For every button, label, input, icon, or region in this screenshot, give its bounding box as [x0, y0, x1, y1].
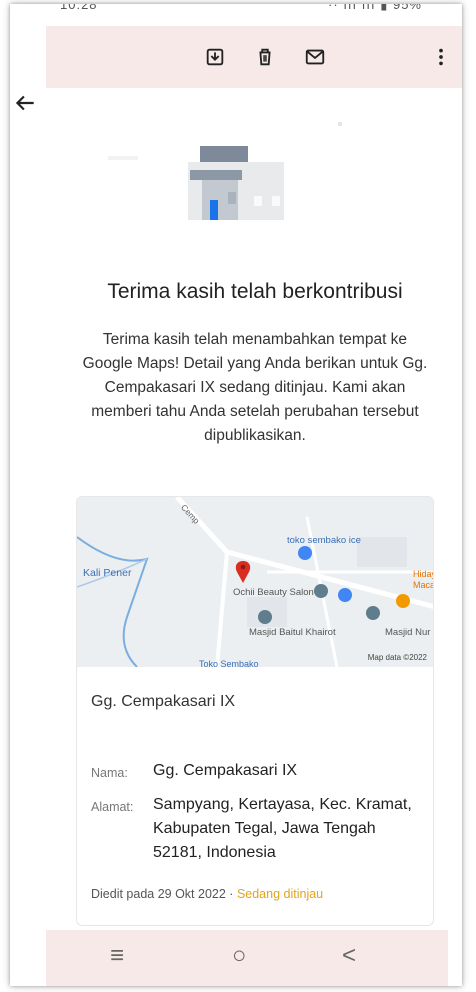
- map-label-salon: Ochii Beauty Salon: [233, 587, 314, 598]
- email-title: Terima kasih telah berkontribusi: [107, 280, 403, 303]
- map-label-masjid-nur: Masjid Nur: [385, 627, 431, 638]
- map-label-maca: Maca: [413, 580, 434, 590]
- map-attribution: Map data ©2022: [367, 653, 427, 662]
- map-preview[interactable]: Kali Pener toko sembako ice Ochii Beauty…: [77, 497, 434, 669]
- nama-label: Nama:: [91, 766, 128, 780]
- app-bar: [46, 26, 462, 88]
- edited-line: Diedit pada 29 Okt 2022 · Sedang ditinja…: [91, 887, 323, 901]
- system-nav-bar: ≡ ○ <: [46, 930, 448, 986]
- alamat-label: Alamat:: [91, 800, 134, 814]
- recent-apps-icon[interactable]: ≡: [110, 942, 124, 970]
- house-illustration: [68, 88, 442, 238]
- more-vert-icon[interactable]: [428, 44, 454, 70]
- home-icon[interactable]: ○: [232, 942, 247, 970]
- edited-date: Diedit pada 29 Okt 2022 ·: [91, 887, 237, 901]
- status-indicators: ·· ııı ııı ▮ 95%: [328, 4, 422, 12]
- nama-value: Gg. Cempakasari IX: [153, 762, 298, 779]
- place-name: Gg. Cempakasari IX: [91, 693, 236, 710]
- status-time: 10:28: [60, 4, 98, 12]
- map-label-toko-ice: toko sembako ice: [287, 535, 361, 546]
- map-label-hiday: Hiday: [413, 569, 434, 579]
- nama-row: Nama: Gg. Cempakasari IX: [91, 759, 423, 783]
- map-label-toko-bottom: Toko Sembako: [199, 659, 259, 669]
- status-bar: 10:28 ·· ııı ııı ▮ 95%: [46, 4, 426, 26]
- back-arrow-icon[interactable]: [12, 90, 38, 116]
- email-content: Terima kasih telah berkontribusi Terima …: [68, 88, 442, 930]
- alamat-value: Sampyang, Kertayasa, Kec. Kramat, Kabupa…: [153, 796, 412, 861]
- archive-icon[interactable]: [202, 44, 228, 70]
- mail-icon[interactable]: [302, 44, 328, 70]
- delete-icon[interactable]: [252, 44, 278, 70]
- review-status: Sedang ditinjau: [236, 887, 324, 901]
- map-label-masjid-baitul: Masjid Baitul Khairot: [249, 627, 336, 638]
- map-label-kali: Kali Pener: [83, 567, 132, 579]
- place-card: Kali Pener toko sembako ice Ochii Beauty…: [76, 496, 434, 926]
- email-description: Terima kasih telah menambahkan tempat ke…: [82, 331, 428, 444]
- back-nav-icon[interactable]: <: [342, 942, 356, 970]
- phone-frame: 10:28 ·· ııı ııı ▮ 95% Terima kasih tela…: [10, 4, 462, 986]
- alamat-row: Alamat: Sampyang, Kertayasa, Kec. Kramat…: [91, 793, 423, 865]
